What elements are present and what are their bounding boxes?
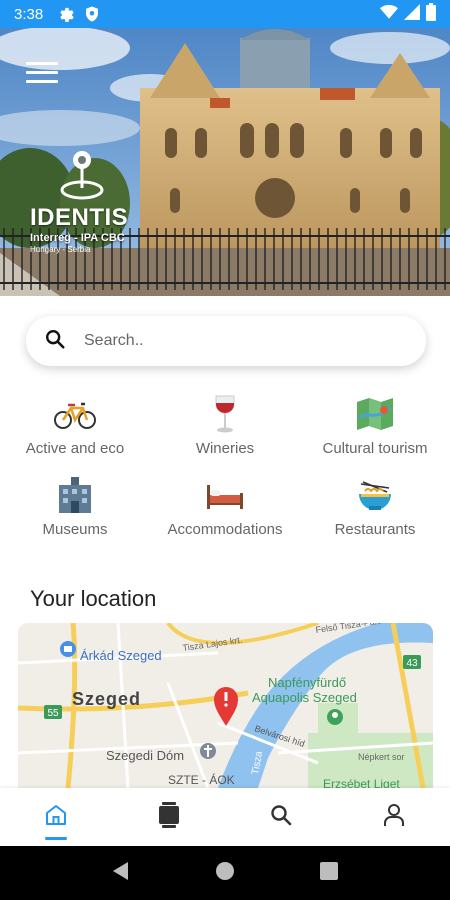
map-label-erzsebet: Erzsébet Liget <box>323 777 400 788</box>
status-bar: 3:38 <box>0 0 450 28</box>
church-pin-icon <box>200 743 216 759</box>
bed-icon <box>150 475 300 515</box>
map-label-arkad: Árkád Szeged <box>80 648 162 663</box>
category-label: Wineries <box>195 440 255 457</box>
search-input[interactable] <box>84 332 384 350</box>
map-label-route55: 55 <box>47 708 59 719</box>
status-time: 3:38 <box>14 5 44 23</box>
nav-profile[interactable] <box>338 788 450 846</box>
recents-icon[interactable] <box>319 862 338 884</box>
bicycle-icon <box>0 394 150 434</box>
hamburger-menu-icon[interactable] <box>26 62 58 88</box>
map-label-dom: Szegedi Dóm <box>106 748 184 763</box>
back-icon[interactable] <box>112 861 130 885</box>
noodle-bowl-icon <box>300 475 450 515</box>
museum-building-icon <box>0 475 150 515</box>
category-wineries[interactable]: Wineries <box>150 394 300 457</box>
category-label: Active and eco <box>25 440 125 457</box>
nav-cards[interactable] <box>113 788 226 846</box>
location-pin-icon <box>60 148 104 202</box>
category-cultural-tourism[interactable]: Cultural tourism <box>300 394 450 457</box>
home-circle-icon[interactable] <box>215 861 235 885</box>
logo-subtitle: Interreg - IPA CBC <box>30 232 125 244</box>
map-label-napfeny: Napfényfürdő <box>268 675 346 690</box>
map-label-szeged: Szeged <box>72 689 141 709</box>
category-accommodations[interactable]: Accommodations <box>150 475 300 538</box>
shield-icon <box>83 5 101 23</box>
home-icon <box>44 803 68 831</box>
category-active-eco[interactable]: Active and eco <box>0 394 150 457</box>
location-map[interactable]: 43 55 Árkád Szeged Tisza Lajos krt. Fels… <box>18 623 433 788</box>
signal-icon <box>404 4 420 24</box>
category-label: Accommodations <box>167 521 283 538</box>
search-icon <box>44 328 66 354</box>
park-pin-icon <box>327 709 343 725</box>
search-icon <box>269 803 293 831</box>
mall-pin-icon <box>60 641 76 657</box>
person-icon <box>383 803 405 831</box>
wifi-icon <box>380 4 398 24</box>
hero-banner: IDENTIS Interreg - IPA CBC Hungary - Ser… <box>0 28 450 296</box>
wine-glass-icon <box>150 394 300 434</box>
category-label: Restaurants <box>334 521 416 538</box>
category-label: Museums <box>42 521 108 538</box>
category-restaurants[interactable]: Restaurants <box>300 475 450 538</box>
category-label: Cultural tourism <box>322 440 428 457</box>
logo-subtitle-2: Hungary - Serbia <box>30 245 91 254</box>
battery-icon <box>426 3 436 25</box>
category-museums[interactable]: Museums <box>0 475 150 538</box>
cards-icon <box>158 802 180 832</box>
map-label-nepkert: Népkert sor <box>358 752 405 762</box>
map-label-route43: 43 <box>406 658 418 669</box>
nav-search[interactable] <box>225 788 338 846</box>
search-bar[interactable] <box>26 316 426 366</box>
location-section-title: Your location <box>30 586 157 611</box>
gear-icon <box>57 5 75 23</box>
map-icon <box>300 394 450 434</box>
system-navigation-bar <box>0 846 450 900</box>
nav-home[interactable] <box>0 788 113 846</box>
logo-title: IDENTIS <box>30 204 129 231</box>
bottom-navigation <box>0 788 450 846</box>
map-label-aquapolis: Aquapolis Szeged <box>252 690 357 705</box>
map-label-szte: SZTE - ÁOK <box>168 772 235 787</box>
